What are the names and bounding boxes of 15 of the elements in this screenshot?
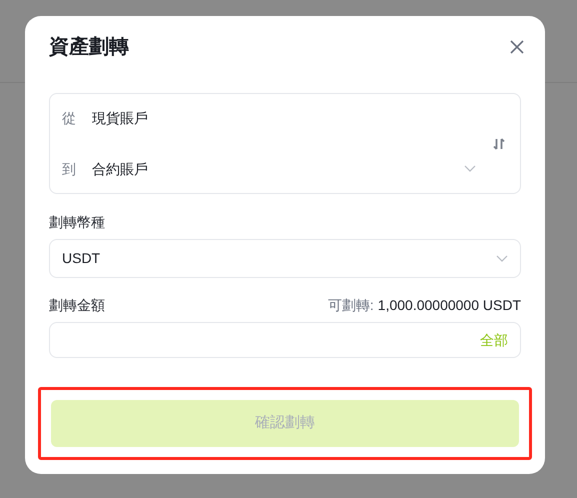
account-name: 現貨賬戶 xyxy=(92,108,148,128)
dialog-title: 資產劃轉 xyxy=(49,35,129,60)
account-name: 合約賬戶 xyxy=(92,160,148,178)
swap-icon[interactable] xyxy=(493,138,505,150)
amount-field[interactable]: 全部 xyxy=(49,322,521,358)
close-icon[interactable] xyxy=(509,39,525,55)
currency-select[interactable]: USDT xyxy=(49,239,521,278)
account-direction-label: 從 xyxy=(62,108,77,128)
available-amount: 1,000.00000000 USDT xyxy=(378,296,521,315)
account-direction-label: 到 xyxy=(62,160,77,178)
currency-label: 劃轉幣種 xyxy=(49,213,106,232)
available-label: 可劃轉: xyxy=(328,296,374,315)
amount-label: 劃轉金額 xyxy=(49,296,105,315)
max-link[interactable]: 全部 xyxy=(480,330,508,350)
chevron-down-icon xyxy=(496,254,508,262)
